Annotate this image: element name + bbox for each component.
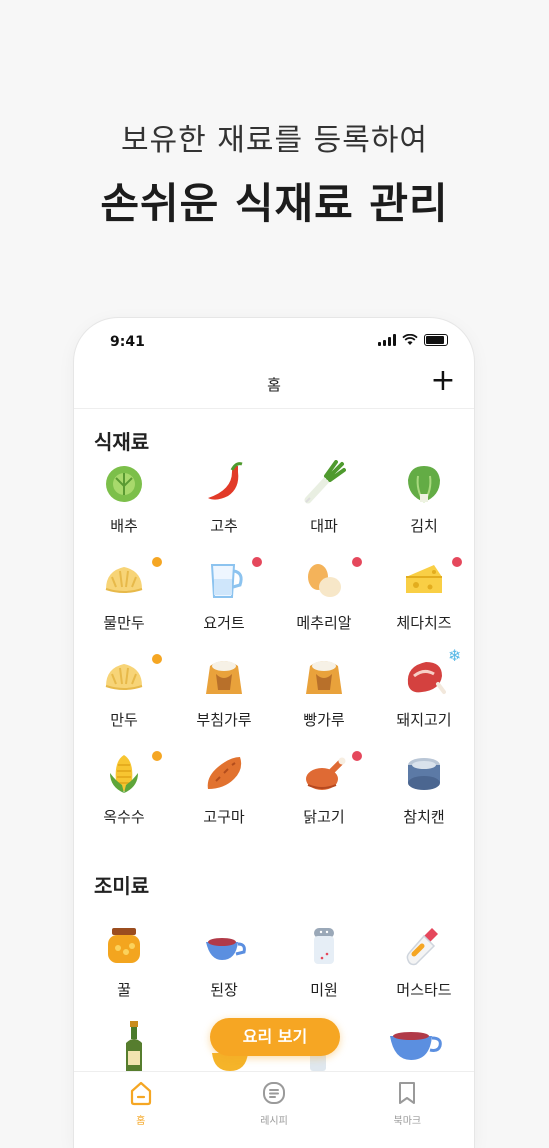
ingredient-label: 고추 bbox=[210, 517, 238, 535]
seasoning-label: 미원 bbox=[310, 981, 338, 999]
ingredient-label: 돼지고기 bbox=[396, 711, 452, 729]
ingredient-label: 물만두 bbox=[103, 614, 145, 632]
ingredient-label: 참치캔 bbox=[403, 808, 445, 826]
sweet-potato-icon bbox=[207, 757, 242, 789]
ingredient-item[interactable]: 빵가루 bbox=[274, 654, 374, 751]
yogurt-jug-icon bbox=[210, 564, 243, 598]
signal-icon bbox=[378, 334, 396, 346]
ingredient-item[interactable]: 참치캔 bbox=[374, 751, 474, 848]
ingredient-item[interactable]: 만두 bbox=[74, 654, 174, 751]
ingredient-item[interactable]: 고추 bbox=[174, 460, 274, 557]
chili-pepper-icon bbox=[208, 462, 243, 500]
ingredient-label: 김치 bbox=[410, 517, 438, 535]
seasonings-grid: 꿀 된장 미원 머스타드 bbox=[74, 924, 474, 1021]
flour-sack-icon bbox=[206, 661, 242, 694]
lettuce-icon bbox=[408, 466, 440, 503]
dumpling-icon bbox=[105, 567, 143, 593]
flour-sack-icon bbox=[306, 661, 342, 694]
expiry-dot-red bbox=[352, 557, 362, 567]
ingredient-label: 요거트 bbox=[203, 614, 245, 632]
tab-bar: 홈 레시피 북마크 bbox=[74, 1071, 474, 1148]
ingredient-label: 배추 bbox=[110, 517, 138, 535]
ingredient-item[interactable]: 체다치즈 bbox=[374, 557, 474, 654]
roast-chicken-icon bbox=[306, 757, 346, 790]
expiry-dot-red bbox=[252, 557, 262, 567]
add-button[interactable]: + bbox=[428, 366, 458, 396]
honey-jar-icon bbox=[108, 928, 140, 963]
ingredient-item[interactable]: ❄ 돼지고기 bbox=[374, 646, 474, 751]
expiry-dot-orange bbox=[152, 557, 162, 567]
ingredient-item[interactable]: 대파 bbox=[274, 460, 374, 557]
expiry-dot-red bbox=[352, 751, 362, 761]
ingredient-item[interactable]: 옥수수 bbox=[74, 751, 174, 848]
ingredients-title: 식재료 bbox=[94, 430, 150, 454]
salt-shaker-icon bbox=[314, 928, 334, 964]
nav-bar: 홈 + bbox=[74, 358, 474, 409]
seasoning-label: 머스타드 bbox=[396, 981, 452, 999]
ingredient-label: 대파 bbox=[310, 517, 338, 535]
seasoning-item[interactable]: 꿀 bbox=[74, 924, 174, 1021]
ingredient-label: 만두 bbox=[110, 711, 138, 729]
ingredient-label: 부침가루 bbox=[196, 711, 252, 729]
headline-line1: 보유한 재료를 등록하여 bbox=[120, 123, 429, 158]
tab-bookmark-label: 북마크 bbox=[393, 1116, 422, 1127]
tab-recipe[interactable]: 레시피 bbox=[207, 1072, 340, 1148]
eggs-icon bbox=[308, 564, 341, 597]
ingredient-label: 빵가루 bbox=[303, 711, 345, 729]
status-time: 9:41 bbox=[110, 334, 145, 350]
tab-home[interactable]: 홈 bbox=[74, 1072, 207, 1148]
seasoning-label: 된장 bbox=[210, 981, 238, 999]
wine-bottle-icon bbox=[126, 1021, 142, 1071]
ingredient-label: 체다치즈 bbox=[396, 614, 452, 632]
mustard-bottle-icon bbox=[406, 928, 438, 966]
battery-icon bbox=[424, 334, 448, 346]
expiry-dot-orange bbox=[152, 654, 162, 664]
snowflake-icon: ❄ bbox=[448, 646, 462, 665]
ingredient-label: 고구마 bbox=[203, 808, 245, 826]
ingredient-item[interactable]: 물만두 bbox=[74, 557, 174, 654]
seasoning-item[interactable]: 미원 bbox=[274, 924, 374, 1021]
expiry-dot-red bbox=[452, 557, 462, 567]
seasonings-title: 조미료 bbox=[94, 874, 150, 898]
cabbage-icon bbox=[106, 466, 142, 502]
steak-icon bbox=[407, 662, 446, 694]
phone-frame: 9:41 홈 + 식재료 배추 고추 대파 김치물만두 요거트 메추리알 체다치즈만두 부침가… bbox=[74, 318, 474, 1148]
tab-recipe-label: 레시피 bbox=[260, 1116, 288, 1127]
ingredient-item[interactable]: 부침가루 bbox=[174, 654, 274, 751]
page-title: 홈 bbox=[267, 376, 281, 394]
ingredient-item[interactable]: 배추 bbox=[74, 460, 174, 557]
ingredient-item[interactable]: 김치 bbox=[374, 460, 474, 557]
wifi-icon bbox=[402, 334, 418, 345]
cook-button[interactable]: 요리 보기 bbox=[210, 1018, 340, 1056]
seasoning-label: 꿀 bbox=[117, 981, 131, 999]
recipe-icon bbox=[262, 1082, 285, 1104]
ingredient-item[interactable]: 요거트 bbox=[174, 557, 274, 654]
tab-bookmark[interactable]: 북마크 bbox=[341, 1072, 474, 1148]
seasoning-item[interactable]: 된장 bbox=[174, 924, 274, 1021]
ingredient-item[interactable]: 고구마 bbox=[174, 751, 274, 848]
ingredient-label: 메추리알 bbox=[296, 614, 352, 632]
expiry-dot-orange bbox=[152, 751, 162, 761]
sauce-boat-icon bbox=[206, 938, 246, 960]
green-onion-icon bbox=[304, 460, 346, 504]
ingredient-label: 옥수수 bbox=[103, 808, 145, 826]
cheese-icon bbox=[406, 565, 442, 593]
dumpling-icon bbox=[105, 664, 143, 690]
corn-icon bbox=[110, 755, 138, 793]
ingredient-item[interactable]: 메추리알 bbox=[274, 557, 374, 654]
status-bar: 9:41 bbox=[110, 332, 448, 352]
headline-line2: 손쉬운 식재료 관리 bbox=[100, 179, 449, 228]
sauce-boat-icon bbox=[390, 1032, 442, 1060]
bookmark-icon bbox=[399, 1082, 416, 1104]
ingredient-label: 닭고기 bbox=[303, 808, 345, 826]
home-icon bbox=[130, 1081, 151, 1106]
tab-home-label: 홈 bbox=[136, 1116, 146, 1127]
tuna-can-icon bbox=[408, 758, 440, 790]
ingredient-item[interactable]: 닭고기 bbox=[274, 751, 374, 848]
ingredients-grid: 배추 고추 대파 김치물만두 요거트 메추리알 체다치즈만두 부침가루 빵가루 ❄ 돼지고기옥수수 고… bbox=[74, 460, 474, 848]
seasoning-item[interactable]: 머스타드 bbox=[374, 924, 474, 1021]
